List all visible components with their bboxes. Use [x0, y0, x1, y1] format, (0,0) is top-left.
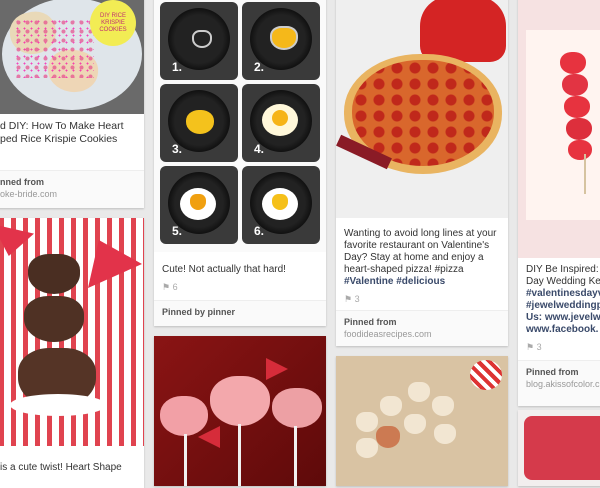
pin-description: Wanting to avoid long lines at your favo… [344, 228, 502, 288]
step-number: 6. [254, 224, 265, 238]
pin-description: d DIY: How To Make Heart ped Rice Krispi… [0, 120, 138, 146]
desc-line: www.facebook. [526, 324, 599, 335]
pin-image[interactable]: DIY RICE KRISPIE COOKIES [0, 0, 144, 114]
strawberry [566, 118, 592, 140]
stick [184, 434, 187, 486]
pan-step-4: 4. [242, 84, 320, 162]
strawberry [560, 52, 586, 74]
red-cake [524, 416, 600, 480]
via-label: Pinned from [344, 317, 397, 327]
arrow-fletch [266, 358, 288, 380]
pennant [0, 224, 34, 256]
pan-step-2: 2. [242, 2, 320, 80]
jar [470, 360, 502, 390]
pin-card[interactable]: DIY Be Inspired: Day Wedding Ke #valenti… [518, 0, 600, 406]
pin-card[interactable]: DIY RICE KRISPIE COOKIES d DIY: How To M… [0, 0, 144, 208]
via-label: Pinned from [526, 367, 579, 377]
pin-image[interactable] [336, 0, 508, 218]
dough-heart [376, 426, 400, 448]
via-source[interactable]: blog.akissofcolor.c [526, 379, 600, 389]
skewer [584, 154, 586, 194]
pin-via[interactable]: nned from oke-bride.com [0, 170, 144, 208]
step-number: 1. [172, 60, 183, 74]
pan-step-3: 3. [160, 84, 238, 162]
desc-line: d DIY: How To Make Heart [0, 120, 124, 132]
dough-heart [434, 424, 456, 444]
cake-pop-heart [160, 396, 208, 436]
desc-line: #jewelweddingp [526, 300, 600, 311]
pin-card[interactable] [336, 356, 508, 486]
badge-text: DIY RICE KRISPIE COOKIES [99, 12, 127, 33]
dough-heart [432, 396, 454, 416]
strawberry [568, 140, 592, 160]
stick [238, 424, 241, 486]
pin-image[interactable] [336, 356, 508, 486]
step-number: 4. [254, 142, 265, 156]
dough-heart [356, 412, 378, 432]
desc-line: Wanting to avoid long lines at your [344, 228, 497, 239]
step-number: 2. [254, 60, 265, 74]
badge-circle: DIY RICE KRISPIE COOKIES [90, 0, 136, 46]
desc-line: DIY Be Inspired: [526, 264, 599, 275]
pin-image[interactable]: 1. 2. 3. 4. 5. 6. [154, 0, 326, 252]
desc-line: ped Rice Krispie Cookies [0, 133, 118, 145]
strawberry [562, 74, 588, 96]
pin-card[interactable]: Wanting to avoid long lines at your favo… [336, 0, 508, 346]
repin-count: ⚑ 6 [162, 282, 178, 292]
pan-step-5: 5. [160, 166, 238, 244]
dough-heart [356, 438, 378, 458]
pin-image[interactable] [0, 218, 144, 446]
pin-description: Cute! Not actually that hard! [162, 264, 286, 275]
desc-line: Day? Stay at home and enjoy a [344, 252, 484, 263]
desc-line: is a cute twist! Heart Shape [0, 462, 122, 473]
pin-card[interactable]: 1. 2. 3. 4. 5. 6. Cute! Not actually tha… [154, 0, 326, 326]
pin-card[interactable] [518, 410, 600, 486]
repin-count: ⚑ 3 [344, 294, 360, 304]
via-source[interactable]: oke-bride.com [0, 189, 57, 199]
desc-line: Day Wedding Ke [526, 276, 600, 287]
dough-heart [380, 396, 402, 416]
via-source[interactable]: foodideasrecipes.com [344, 329, 432, 339]
pin-via[interactable]: Pinned by pinner [154, 300, 326, 326]
sprinkles [14, 18, 94, 78]
desc-line: #Valentine #delicious [344, 276, 446, 287]
dough-heart [408, 382, 430, 402]
pin-description: DIY Be Inspired: Day Wedding Ke #valenti… [526, 264, 600, 336]
pin-description: is a cute twist! Heart Shape [0, 462, 138, 474]
step-number: 5. [172, 224, 183, 238]
pin-card[interactable]: is a cute twist! Heart Shape [0, 218, 144, 488]
pin-image[interactable] [154, 336, 326, 486]
pin-via[interactable]: Pinned from foodideasrecipes.com [336, 310, 508, 346]
pin-card[interactable] [154, 336, 326, 486]
brownie-heart [24, 296, 84, 342]
pan-step-6: 6. [242, 166, 320, 244]
pennant [88, 240, 142, 288]
pin-image[interactable] [518, 0, 600, 258]
desc-line: Us: www.jevelw [526, 312, 600, 323]
desc-line: heart-shaped pizza! #pizza [344, 264, 464, 275]
repin-count: ⚑ 3 [526, 342, 542, 352]
desc-line: #valentinesdayv [526, 288, 600, 299]
via-label: Pinned by pinner [162, 307, 236, 317]
strawberry [564, 96, 590, 118]
pan-step-1: 1. [160, 2, 238, 80]
desc-line: favorite restaurant on Valentine's [344, 240, 490, 251]
via-label: nned from [0, 177, 44, 187]
doily [10, 394, 106, 416]
stick [294, 426, 297, 486]
step-number: 3. [172, 142, 183, 156]
oven-mitt [420, 0, 506, 62]
pin-via[interactable]: Pinned from blog.akissofcolor.c [518, 360, 600, 406]
cake-pop-heart [210, 376, 270, 426]
dough-heart [404, 414, 426, 434]
brownie-heart [28, 254, 80, 294]
pin-image[interactable] [518, 410, 600, 486]
cake-pop-heart [272, 388, 322, 428]
